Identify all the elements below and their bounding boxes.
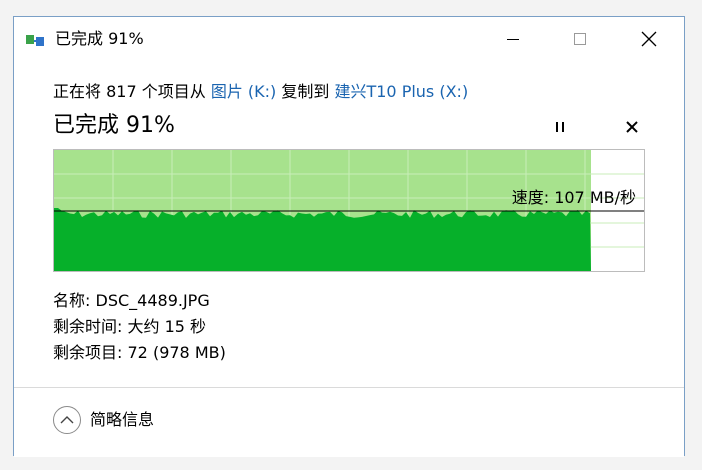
time-remaining-row: 剩余时间: 大约 15 秒 [53, 314, 226, 340]
speed-graph: 速度: 107 MB/秒 [53, 149, 645, 272]
minimize-button[interactable] [490, 17, 536, 61]
desc-prefix: 正在将 817 个项目从 [53, 82, 211, 101]
window-title: 已完成 91% [55, 29, 144, 48]
close-button[interactable] [626, 17, 672, 61]
file-name-label: 名称: [53, 291, 91, 310]
items-remaining-value: 72 (978 MB) [127, 343, 226, 362]
file-name-row: 名称: DSC_4489.JPG [53, 288, 226, 314]
source-link[interactable]: 图片 (K:) [211, 82, 276, 101]
desc-middle: 复制到 [276, 82, 335, 101]
minimize-icon [507, 38, 519, 40]
chevron-up-icon [60, 416, 74, 424]
pause-button[interactable] [550, 117, 570, 137]
speed-label: 速度: 107 MB/秒 [511, 188, 636, 207]
progress-heading: 已完成 91% [53, 113, 175, 138]
footer: 简略信息 [14, 387, 684, 457]
time-remaining-value: 大约 15 秒 [127, 317, 207, 336]
pause-icon [556, 122, 558, 132]
items-remaining-row: 剩余项目: 72 (978 MB) [53, 340, 226, 366]
throughput-area [54, 208, 591, 271]
fewer-details-button[interactable] [53, 406, 81, 434]
cancel-button[interactable] [622, 117, 642, 137]
speed-graph-canvas [54, 150, 644, 271]
pause-icon-bar [562, 122, 564, 132]
details-panel: 名称: DSC_4489.JPG 剩余时间: 大约 15 秒 剩余项目: 72 … [53, 288, 226, 366]
file-copy-icon [26, 35, 44, 46]
maximize-button[interactable] [557, 17, 603, 61]
items-remaining-label: 剩余项目: [53, 343, 123, 362]
copy-description: 正在将 817 个项目从 图片 (K:) 复制到 建兴T10 Plus (X:) [53, 80, 468, 104]
fewer-details-label[interactable]: 简略信息 [90, 408, 154, 432]
maximize-icon [574, 33, 586, 45]
copy-dialog: 已完成 91% 正在将 817 个项目从 图片 (K:) 复制到 建兴T10 P… [13, 16, 685, 457]
title-bar: 已完成 91% [14, 17, 684, 61]
destination-link[interactable]: 建兴T10 Plus (X:) [334, 82, 468, 101]
file-name-value: DSC_4489.JPG [95, 291, 210, 310]
close-icon [641, 31, 657, 47]
time-remaining-label: 剩余时间: [53, 317, 123, 336]
